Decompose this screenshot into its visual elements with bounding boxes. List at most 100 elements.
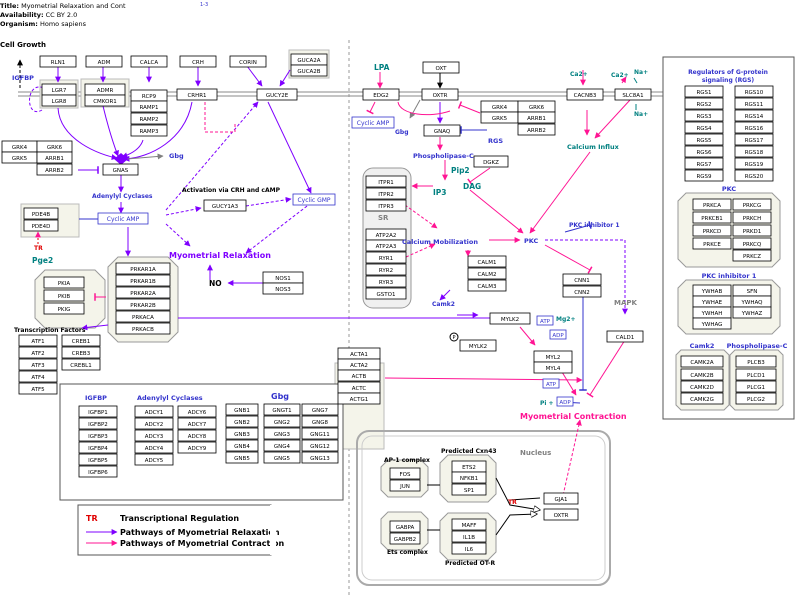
gene-label: RYR2 bbox=[379, 268, 393, 274]
gene-box-grk4a: GRK4 bbox=[1, 140, 38, 153]
label-myometrial-contraction: Myometrial Contraction bbox=[520, 412, 627, 421]
gene-label: GNG3 bbox=[274, 432, 291, 438]
gene-box-arrb1b: ARRB1 bbox=[517, 111, 556, 124]
label-lpa: LPA bbox=[374, 63, 390, 72]
label-dag: DAG bbox=[463, 182, 481, 191]
gene-label: ATF1 bbox=[31, 339, 44, 345]
gene-box-atf4: ATF4 bbox=[18, 370, 58, 383]
gene-box-plcd1: PLCD1 bbox=[735, 368, 777, 381]
gene-box-rln1: RLN1 bbox=[39, 55, 77, 68]
gene-label: PRKCB1 bbox=[701, 216, 723, 222]
gene-label: CNN1 bbox=[574, 278, 590, 284]
gene-box-cnn2: CNN2 bbox=[562, 285, 602, 298]
gene-label: ATP2A3 bbox=[376, 244, 397, 250]
gene-label: NOS1 bbox=[275, 276, 290, 282]
gene-label: RGS4 bbox=[696, 126, 712, 132]
gnas-activation-node bbox=[114, 153, 128, 165]
gene-box-myl4: MYL4 bbox=[533, 361, 573, 374]
gene-box-gng4: GNG4 bbox=[263, 439, 301, 452]
gene-box-creb1: CREB1 bbox=[61, 334, 101, 347]
gene-label: GUCA2B bbox=[297, 69, 320, 75]
group-title-rgs-title-1: Regulators of G-protein bbox=[688, 69, 768, 76]
gene-label: ADMR bbox=[97, 88, 114, 94]
gene-box-ywhaq: YWHAQ bbox=[732, 295, 772, 308]
gene-box-rgs9: RGS9 bbox=[684, 169, 724, 182]
gene-box-prkcz: PRKCZ bbox=[732, 249, 772, 262]
label-atp1: ATP bbox=[540, 319, 551, 325]
gene-label: YWHAH bbox=[701, 311, 723, 317]
gene-box-actc: ACTC bbox=[337, 381, 381, 394]
gene-box-adcy8: ADCY8 bbox=[177, 429, 217, 442]
gene-box-prkcq: PRKCQ bbox=[732, 237, 772, 250]
gene-box-creb3: CREB3 bbox=[61, 346, 101, 359]
gene-label: GABPB2 bbox=[394, 537, 416, 543]
label-pip2: Pip2 bbox=[451, 166, 470, 175]
gene-label: PRKACB bbox=[132, 327, 154, 333]
gene-label: IGFBP4 bbox=[88, 446, 108, 452]
gene-box-gng2: GNG2 bbox=[263, 415, 301, 428]
gene-box-rgs10: RGS10 bbox=[734, 85, 774, 98]
legend-tr-key: TR bbox=[86, 514, 98, 523]
label-p: P bbox=[452, 335, 455, 341]
gene-box-adcy3: ADCY3 bbox=[134, 429, 174, 442]
gene-box-adcy1: ADCY1 bbox=[134, 405, 174, 418]
label-gbg-mid: Gbg bbox=[169, 152, 184, 160]
gene-box-guca2b: GUCA2B bbox=[290, 64, 328, 77]
gene-box-itpr1: ITPR1 bbox=[365, 175, 407, 188]
gene-box-ywhae: YWHAE bbox=[692, 295, 732, 308]
gene-label: PLCG2 bbox=[747, 397, 765, 403]
group-title-camk2: Camk2 bbox=[690, 342, 715, 350]
gene-label: RGS2 bbox=[696, 102, 711, 108]
gene-box-igfbp1: IGFBP1 bbox=[78, 405, 118, 418]
gene-box-rgs4: RGS4 bbox=[684, 121, 724, 134]
gene-box-mylk2b: MYLK2 bbox=[459, 339, 497, 352]
gene-box-cnn1: CNN1 bbox=[562, 273, 602, 286]
gene-box-il6: IL6 bbox=[451, 542, 487, 555]
label-camk2-label: Camk2 bbox=[432, 301, 455, 308]
gene-label: RGS3 bbox=[696, 114, 712, 120]
gene-label: PRKAR2B bbox=[130, 303, 156, 309]
gene-box-rgs1: RGS1 bbox=[684, 85, 724, 98]
gene-label: ACTB bbox=[352, 374, 367, 380]
gene-box-calca: CALCA bbox=[130, 55, 168, 68]
gene-box-nos1: NOS1 bbox=[262, 271, 304, 284]
gene-box-adm: ADM bbox=[85, 55, 123, 68]
gene-box-ywhag: YWHAG bbox=[692, 317, 732, 330]
gene-label: MYLK2 bbox=[501, 317, 519, 323]
gene-box-admr: ADMR bbox=[84, 83, 126, 96]
gene-box-cmkor1: CMKOR1 bbox=[84, 94, 126, 107]
label-pkc-inhibitor: PKC inhibitor 1 bbox=[569, 222, 620, 229]
gene-label: PDE4D bbox=[32, 224, 51, 230]
gene-box-pkig: PKIG bbox=[43, 302, 85, 315]
gene-box-gng7: GNG7 bbox=[301, 403, 339, 416]
gene-box-grk5a: GRK5 bbox=[1, 151, 38, 164]
gene-label: RGS1 bbox=[696, 90, 711, 96]
gene-label: MAFF bbox=[462, 523, 477, 529]
gene-box-adcy2: ADCY2 bbox=[134, 417, 174, 430]
gene-label: CORIN bbox=[239, 60, 257, 66]
gene-label: CREBL1 bbox=[70, 363, 91, 369]
gene-label: GNAQ bbox=[434, 129, 451, 135]
group-title-pkc: PKC bbox=[722, 185, 737, 193]
gene-label: RGS9 bbox=[696, 174, 712, 180]
gene-label: MYLK2 bbox=[469, 344, 487, 350]
gene-label: PRKCA bbox=[703, 203, 721, 209]
gene-label: GNB2 bbox=[234, 420, 250, 426]
gene-box-ramp3: RAMP3 bbox=[130, 124, 168, 137]
gene-label: GRK5 bbox=[12, 156, 28, 162]
gene-label: MYL2 bbox=[546, 355, 561, 361]
gene-label: CACNB3 bbox=[574, 93, 597, 99]
label-ca-right: Ca2+ bbox=[611, 72, 629, 79]
gene-box-dgkz: DGKZ bbox=[473, 155, 509, 168]
gene-label: EDG2 bbox=[373, 93, 388, 99]
gene-label: OXTR bbox=[433, 93, 448, 99]
gene-box-gnas: GNAS bbox=[102, 163, 139, 176]
gene-box-prkcg: PRKCG bbox=[732, 198, 772, 211]
gene-label: CNN2 bbox=[574, 290, 590, 296]
gene-box-gng8: GNG8 bbox=[301, 415, 339, 428]
group-title-phospholipase-c: Phospholipase-C bbox=[727, 342, 788, 350]
gene-label: PRKCE bbox=[703, 242, 721, 248]
label-ap1-complex: AP-1 complex bbox=[384, 457, 430, 464]
gene-box-calm1: CALM1 bbox=[467, 255, 507, 268]
gene-label: PKIG bbox=[58, 307, 71, 313]
